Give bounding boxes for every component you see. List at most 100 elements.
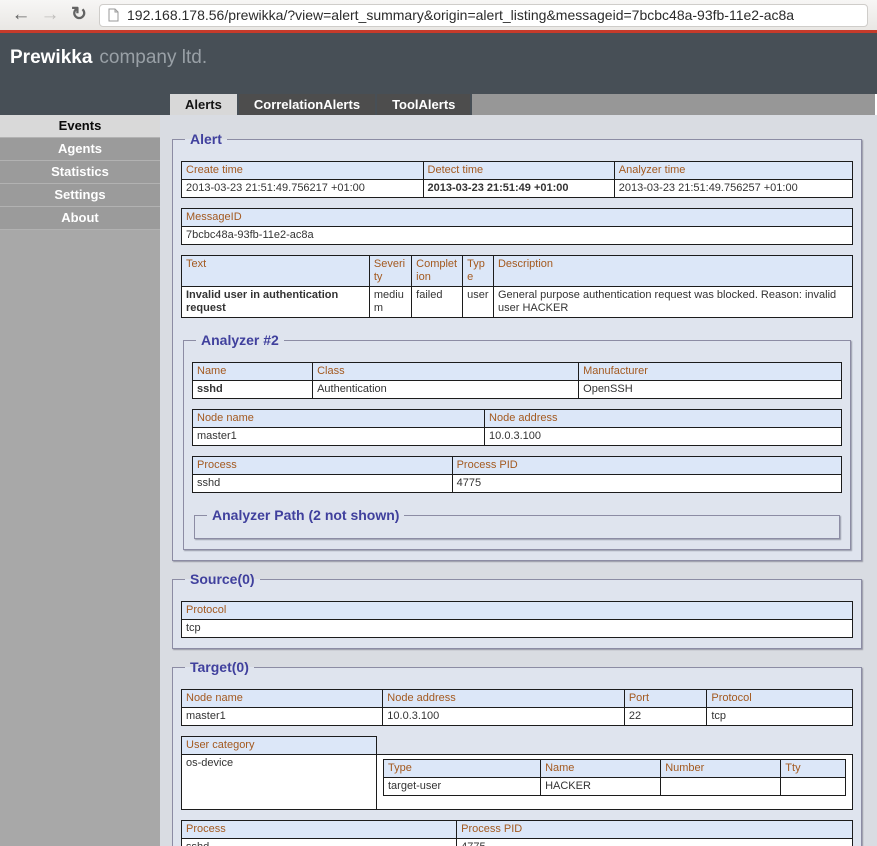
protocol-value: tcp xyxy=(707,708,853,726)
table-row: sshd 4775 xyxy=(193,475,842,493)
severity-header: Severity xyxy=(369,256,411,287)
table-header-row: Create time Detect time Analyzer time xyxy=(182,162,853,180)
brand: Prewikkacompany ltd. xyxy=(0,33,877,69)
tab-bar: Alerts CorrelationAlerts ToolAlerts xyxy=(0,94,877,115)
alert-section-title: Alert xyxy=(185,131,227,147)
description-header: Description xyxy=(493,256,852,287)
table-header-row: Process Process PID xyxy=(193,457,842,475)
create-time-header: Create time xyxy=(182,162,424,180)
analyzer-process-table: Process Process PID sshd 4775 xyxy=(192,456,842,493)
user-number-header: Number xyxy=(661,760,781,778)
table-header-row: Protocol xyxy=(182,602,853,620)
table-row: master1 10.0.3.100 22 tcp xyxy=(182,708,853,726)
alert-summary-content: Alert Create time Detect time Analyzer t… xyxy=(160,115,877,846)
create-time-value: 2013-03-23 21:51:49.756217 +01:00 xyxy=(182,180,424,198)
analyzer-section-title: Analyzer #2 xyxy=(196,332,284,348)
type-value: user xyxy=(463,287,494,318)
spacer-cell xyxy=(377,737,853,755)
browser-toolbar: ← → ↻ 192.168.178.56/prewikka/?view=aler… xyxy=(0,0,877,30)
table-row: os-device Type Name Number Tty targe xyxy=(182,755,853,810)
app-header: Prewikkacompany ltd. Alerts CorrelationA… xyxy=(0,33,877,115)
analyzer-info-table: Name Class Manufacturer sshd Authenticat… xyxy=(192,362,842,399)
node-name-value: master1 xyxy=(182,708,383,726)
messageid-value: 7bcbc48a-93fb-11e2-ac8a xyxy=(182,227,853,245)
sidebar-item-settings[interactable]: Settings xyxy=(0,184,160,207)
sidebar-item-statistics[interactable]: Statistics xyxy=(0,161,160,184)
process-header: Process xyxy=(182,821,457,839)
analyzer-section: Analyzer #2 Name Class Manufacturer sshd… xyxy=(183,332,851,550)
tab-alerts[interactable]: Alerts xyxy=(170,94,237,115)
table-row: target-user HACKER xyxy=(384,778,846,796)
node-name-value: master1 xyxy=(193,428,485,446)
tab-correlationalerts[interactable]: CorrelationAlerts xyxy=(239,94,375,115)
analyzer-time-value: 2013-03-23 21:51:49.756257 +01:00 xyxy=(614,180,852,198)
tab-toolalerts[interactable]: ToolAlerts xyxy=(377,94,470,115)
user-tty-value xyxy=(781,778,846,796)
user-type-value: target-user xyxy=(384,778,541,796)
process-pid-header: Process PID xyxy=(457,821,853,839)
table-header-row: Node name Node address Port Protocol xyxy=(182,690,853,708)
analyzer-class-value: Authentication xyxy=(313,381,579,399)
node-address-header: Node address xyxy=(383,690,625,708)
detect-time-value: 2013-03-23 21:51:49 +01:00 xyxy=(423,180,614,198)
severity-value: medium xyxy=(369,287,411,318)
messageid-header: MessageID xyxy=(182,209,853,227)
alert-section: Alert Create time Detect time Analyzer t… xyxy=(172,131,862,561)
table-row: Invalid user in authentication request m… xyxy=(182,287,853,318)
manufacturer-header: Manufacturer xyxy=(579,363,842,381)
completion-value: failed xyxy=(412,287,463,318)
reload-icon[interactable]: ↻ xyxy=(67,3,91,27)
class-header: Class xyxy=(313,363,579,381)
user-category-header: User category xyxy=(182,737,377,755)
analyzer-path-title: Analyzer Path (2 not shown) xyxy=(207,507,404,523)
table-row: sshd Authentication OpenSSH xyxy=(193,381,842,399)
table-header-row: Text Severity Completion Type Descriptio… xyxy=(182,256,853,287)
sidebar-item-agents[interactable]: Agents xyxy=(0,138,160,161)
user-type-header: Type xyxy=(384,760,541,778)
target-node-table: Node name Node address Port Protocol mas… xyxy=(181,689,853,726)
target-user-detail-table: Type Name Number Tty target-user HACKER xyxy=(383,759,846,796)
detect-time-header: Detect time xyxy=(423,162,614,180)
page-icon xyxy=(108,8,119,22)
table-header-row: User category xyxy=(182,737,853,755)
node-name-header: Node name xyxy=(193,410,485,428)
sidebar-item-about[interactable]: About xyxy=(0,207,160,230)
messageid-table: MessageID 7bcbc48a-93fb-11e2-ac8a xyxy=(181,208,853,245)
target-user-table: User category os-device Type Name Number… xyxy=(181,736,853,810)
name-header: Name xyxy=(193,363,313,381)
process-value: sshd xyxy=(182,839,457,846)
process-pid-value: 4775 xyxy=(457,839,853,846)
brand-name: Prewikka xyxy=(10,47,92,68)
protocol-value: tcp xyxy=(182,620,853,638)
sidebar-item-events[interactable]: Events xyxy=(0,115,160,138)
table-header-row: Name Class Manufacturer xyxy=(193,363,842,381)
table-header-row: Node name Node address xyxy=(193,410,842,428)
source-section: Source(0) Protocol tcp xyxy=(172,571,862,649)
target-process-table: Process Process PID sshd 4775 xyxy=(181,820,853,846)
target-section-title: Target(0) xyxy=(185,659,254,675)
protocol-header: Protocol xyxy=(707,690,853,708)
classification-text: Invalid user in authentication request xyxy=(182,287,370,318)
node-address-header: Node address xyxy=(485,410,842,428)
source-protocol-table: Protocol tcp xyxy=(181,601,853,638)
sidebar: Events Agents Statistics Settings About xyxy=(0,115,160,846)
user-name-value: HACKER xyxy=(541,778,661,796)
back-icon[interactable]: ← xyxy=(9,3,33,27)
classification-table: Text Severity Completion Type Descriptio… xyxy=(181,255,853,318)
user-tty-header: Tty xyxy=(781,760,846,778)
text-header: Text xyxy=(182,256,370,287)
node-address-value: 10.0.3.100 xyxy=(383,708,625,726)
table-row: tcp xyxy=(182,620,853,638)
analyzer-time-header: Analyzer time xyxy=(614,162,852,180)
forward-icon[interactable]: → xyxy=(38,3,62,27)
alert-times-table: Create time Detect time Analyzer time 20… xyxy=(181,161,853,198)
address-bar[interactable]: 192.168.178.56/prewikka/?view=alert_summ… xyxy=(99,4,868,27)
table-header-row: MessageID xyxy=(182,209,853,227)
target-section: Target(0) Node name Node address Port Pr… xyxy=(172,659,862,846)
type-header: Type xyxy=(463,256,494,287)
url-text: 192.168.178.56/prewikka/?view=alert_summ… xyxy=(127,7,794,23)
process-pid-value: 4775 xyxy=(452,475,841,493)
user-detail-cell: Type Name Number Tty target-user HACKER xyxy=(377,755,853,810)
source-section-title: Source(0) xyxy=(185,571,260,587)
node-name-header: Node name xyxy=(182,690,383,708)
